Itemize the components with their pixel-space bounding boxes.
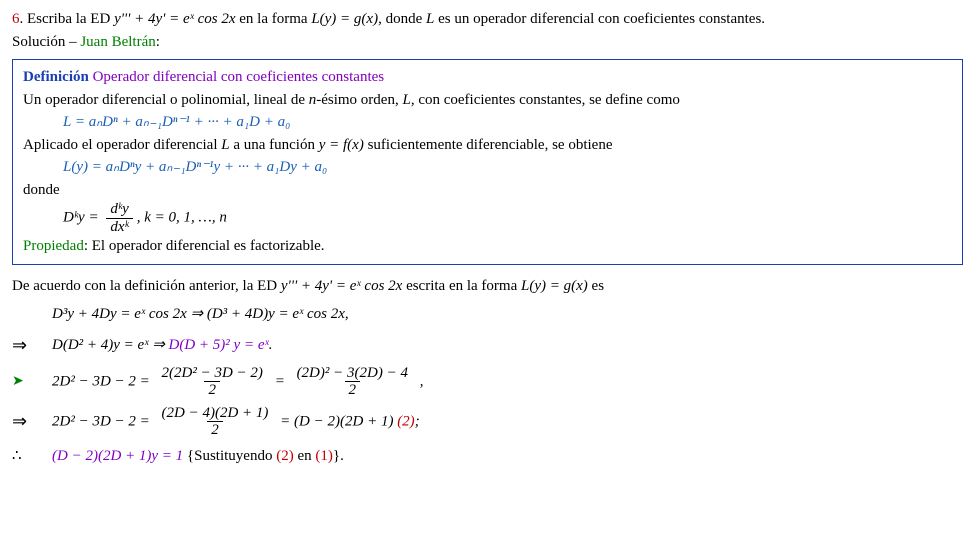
step-2a: D(D² + 4)y = eˣ ⇒ bbox=[52, 337, 169, 353]
author-name: Juan Beltrán bbox=[80, 34, 155, 50]
step-5-r2: (2) bbox=[276, 448, 294, 464]
author-colon: : bbox=[156, 34, 160, 50]
step-2: ⇒ D(D² + 4)y = eˣ ⇒ D(D + 5)² y = eˣ. bbox=[12, 332, 963, 359]
intro-b: escrita en la forma bbox=[402, 278, 521, 294]
step-2-eq: D(D² + 4)y = eˣ ⇒ D(D + 5)² y = eˣ. bbox=[52, 334, 272, 357]
step-3-num2: (2D)² − 3(2D) − 4 bbox=[293, 365, 412, 382]
step-4-num: (2D − 4)(2D + 1) bbox=[158, 405, 273, 422]
property-text: : El operador diferencial es factorizabl… bbox=[84, 238, 325, 254]
step-4-eq: 2D² − 3D − 2 = (2D − 4)(2D + 1)2 = (D − … bbox=[52, 405, 420, 439]
solution-author-line: Solución – Juan Beltrán: bbox=[12, 31, 963, 54]
step-5-eq: (D − 2)(2D + 1)y = 1 {Sustituyendo (2) e… bbox=[52, 445, 344, 468]
def-line1c: , con coeficientes constantes, se define… bbox=[411, 92, 680, 108]
step-3-frac2: (2D)² − 3(2D) − 42 bbox=[293, 365, 412, 399]
step-4-lead: ⇒ bbox=[12, 408, 52, 435]
step-2-lead: ⇒ bbox=[12, 332, 52, 359]
intro-c: es bbox=[588, 278, 604, 294]
step-4-rhs: = (D − 2)(2D + 1) bbox=[276, 413, 397, 429]
def-Dk: Dᵏy = dᵏydxᵏ , k = 0, 1, …, n bbox=[23, 201, 952, 235]
step-1: D³y + 4Dy = eˣ cos 2x ⇒ (D³ + 4D)y = eˣ … bbox=[12, 303, 963, 326]
step-3-lead-icon: ➤ bbox=[12, 371, 52, 392]
problem-mid: en la forma bbox=[236, 11, 312, 27]
problem-post: , donde bbox=[378, 11, 426, 27]
def-apply-a: Aplicado el operador diferencial bbox=[23, 137, 221, 153]
def-Dk-lhs: Dᵏy = bbox=[63, 209, 102, 225]
step-5-sub: {Sustituyendo bbox=[183, 448, 276, 464]
step-3-eq: 2D² − 3D − 2 = 2(2D² − 3D − 2)2 = (2D)² … bbox=[52, 365, 423, 399]
intro-a: De acuerdo con la definición anterior, l… bbox=[12, 278, 281, 294]
body-intro: De acuerdo con la definición anterior, l… bbox=[12, 275, 963, 298]
step-3-num1: 2(2D² − 3D − 2) bbox=[158, 365, 267, 382]
step-4-ref: (2) bbox=[397, 413, 415, 429]
problem-statement: 6. Escriba la ED y''' + 4y' = eˣ cos 2x … bbox=[12, 8, 963, 31]
step-2b: D(D + 5)² y = eˣ bbox=[169, 337, 269, 353]
problem-dot: . bbox=[20, 11, 28, 27]
def-L: L bbox=[402, 92, 410, 108]
step-4-semi: ; bbox=[415, 413, 420, 429]
step-5-purple: (D − 2)(2D + 1)y = 1 bbox=[52, 448, 183, 464]
solution-label: Solución – bbox=[12, 34, 80, 50]
def-Dk-frac: dᵏydxᵏ bbox=[106, 201, 132, 235]
def-apply-L: L bbox=[221, 137, 229, 153]
def-apply-c: suficientemente diferenciable, se obtien… bbox=[364, 137, 613, 153]
def-property: Propiedad: El operador diferencial es fa… bbox=[23, 235, 952, 258]
intro-eq: y''' + 4y' = eˣ cos 2x bbox=[281, 278, 402, 294]
property-word: Propiedad bbox=[23, 238, 84, 254]
definition-heading: Definición Operador diferencial con coef… bbox=[23, 66, 952, 89]
step-5-in: en bbox=[294, 448, 316, 464]
step-3-eqsign: = bbox=[271, 373, 289, 389]
step-5-r1: (1) bbox=[315, 448, 333, 464]
def-donde: donde bbox=[23, 179, 952, 202]
step-5-close: }. bbox=[333, 448, 344, 464]
step-1-eq: D³y + 4Dy = eˣ cos 2x ⇒ (D³ + 4D)y = eˣ … bbox=[52, 303, 349, 326]
def-line1a: Un operador diferencial o polinomial, li… bbox=[23, 92, 309, 108]
definition-title: Operador diferencial con coeficientes co… bbox=[89, 69, 384, 85]
step-4-den: 2 bbox=[207, 421, 223, 439]
step-5: ∴ (D − 2)(2D + 1)y = 1 {Sustituyendo (2)… bbox=[12, 445, 963, 468]
step-3: ➤ 2D² − 3D − 2 = 2(2D² − 3D − 2)2 = (2D)… bbox=[12, 365, 963, 399]
step-4: ⇒ 2D² − 3D − 2 = (2D − 4)(2D + 1)2 = (D … bbox=[12, 405, 963, 439]
step-3-tail: , bbox=[416, 373, 424, 389]
intro-form: L(y) = g(x) bbox=[521, 278, 588, 294]
step-5-lead: ∴ bbox=[12, 445, 52, 468]
problem-pre: Escriba la ED bbox=[27, 11, 114, 27]
def-apply-fn: y = f(x) bbox=[319, 137, 364, 153]
step-3-den1: 2 bbox=[204, 381, 220, 399]
problem-tail: es un operador diferencial con coeficien… bbox=[434, 11, 765, 27]
step-4-lhs: 2D² − 3D − 2 = bbox=[52, 413, 154, 429]
problem-number: 6 bbox=[12, 11, 20, 27]
def-line1b: -ésimo orden, bbox=[316, 92, 402, 108]
def-L-expr: L = aₙDⁿ + aₙ₋₁Dⁿ⁻¹ + ··· + a₁D + a₀ bbox=[23, 111, 952, 134]
step-2c: . bbox=[269, 337, 273, 353]
step-3-lhs: 2D² − 3D − 2 = bbox=[52, 373, 154, 389]
definition-word: Definición bbox=[23, 69, 89, 85]
def-Dk-den: dxᵏ bbox=[106, 218, 132, 236]
step-3-den2: 2 bbox=[345, 381, 361, 399]
def-apply-b: a una función bbox=[230, 137, 319, 153]
definition-box: Definición Operador diferencial con coef… bbox=[12, 59, 963, 265]
def-Dk-tail: , k = 0, 1, …, n bbox=[137, 209, 227, 225]
problem-form: L(y) = g(x) bbox=[311, 11, 378, 27]
def-apply: Aplicado el operador diferencial L a una… bbox=[23, 134, 952, 157]
def-Ly-expr: L(y) = aₙDⁿy + aₙ₋₁Dⁿ⁻¹y + ··· + a₁Dy + … bbox=[23, 156, 952, 179]
step-3-frac1: 2(2D² − 3D − 2)2 bbox=[158, 365, 267, 399]
def-Dk-num: dᵏy bbox=[106, 201, 132, 218]
step-4-frac: (2D − 4)(2D + 1)2 bbox=[158, 405, 273, 439]
problem-eq: y''' + 4y' = eˣ cos 2x bbox=[114, 11, 235, 27]
definition-line1: Un operador diferencial o polinomial, li… bbox=[23, 89, 952, 112]
